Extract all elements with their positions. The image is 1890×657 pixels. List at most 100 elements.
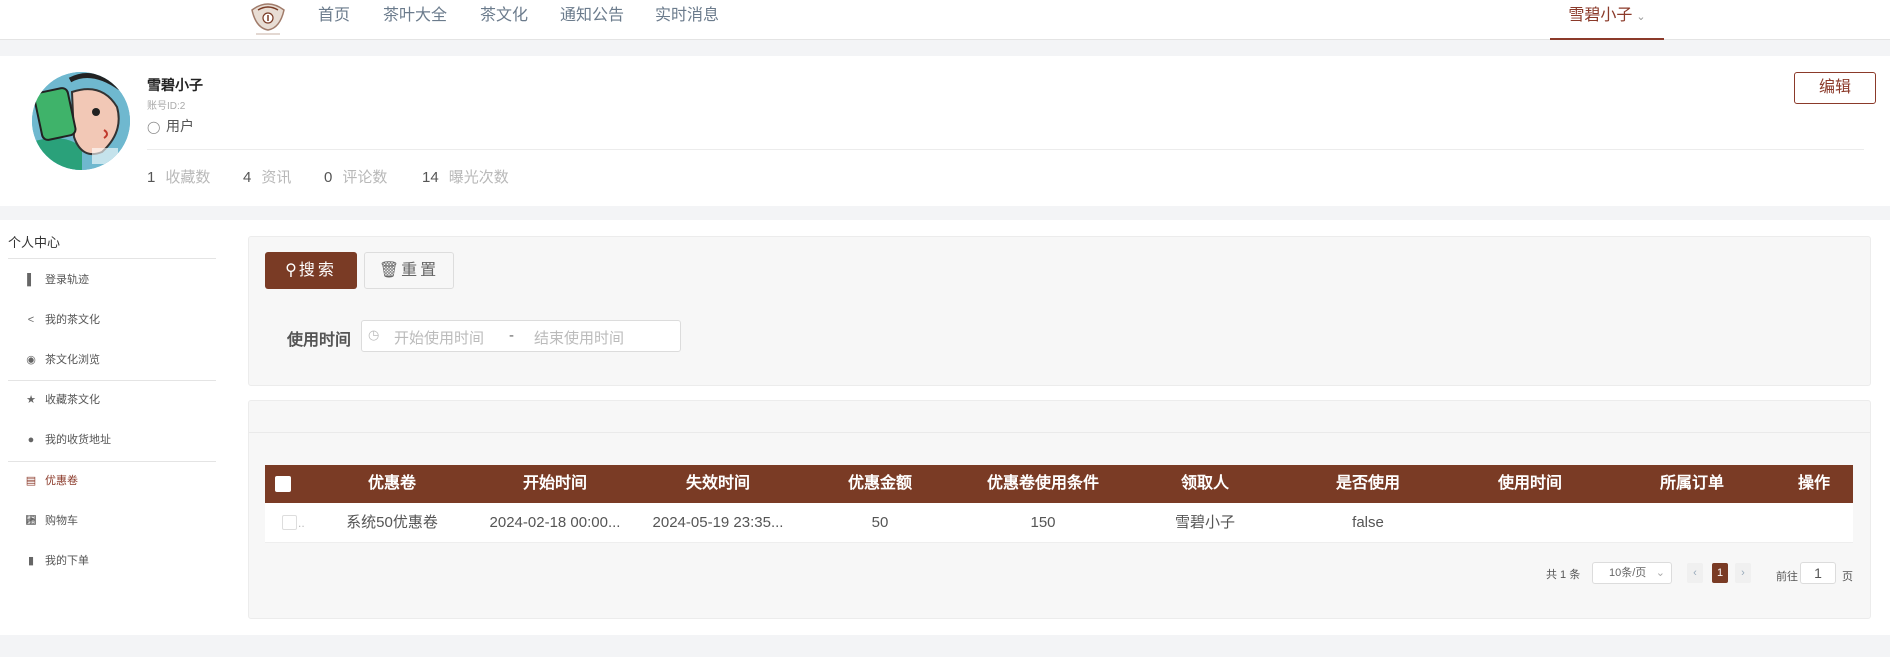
goto-label: 前往 bbox=[1776, 571, 1798, 583]
sidebar-item-my-orders[interactable]: ▮ 我的下单 bbox=[24, 551, 89, 571]
eye-icon: ◉ bbox=[26, 354, 36, 366]
share-icon: < bbox=[27, 314, 35, 326]
column-header-actions: 操作 bbox=[1797, 475, 1831, 492]
cell-usage-condition: 150 bbox=[1030, 514, 1056, 531]
sidebar-title: 个人中心 bbox=[8, 235, 61, 250]
sidebar-item-cart[interactable]: ␺ 购物车 bbox=[24, 511, 79, 531]
column-header-recipient: 领取人 bbox=[1180, 475, 1230, 492]
cart-icon: ␺ bbox=[25, 515, 37, 527]
column-header-expire-time: 失效时间 bbox=[685, 475, 751, 492]
page-number-current[interactable]: 1 bbox=[1712, 563, 1728, 583]
sidebar-item-favorite-tea-culture[interactable]: ★ 收藏茶文化 bbox=[24, 390, 100, 410]
stat-value: 0 bbox=[324, 169, 333, 186]
stat-value: 4 bbox=[243, 169, 252, 186]
clock-icon: ◷ bbox=[368, 327, 380, 342]
column-header-usage-condition: 优惠卷使用条件 bbox=[986, 475, 1100, 492]
search-icon: ⚲ bbox=[285, 262, 297, 279]
stat-label: 评论数 bbox=[342, 169, 388, 186]
nav-item-tea-catalog[interactable]: 茶叶大全 bbox=[383, 4, 447, 28]
user-menu-label: 雪碧小子 bbox=[1568, 7, 1633, 24]
sidebar-item-my-tea-culture[interactable]: < 我的茶文化 bbox=[24, 310, 100, 330]
profile-card: 雪碧小子 账号ID:2 ◯ 用户 1 收藏数 4 资讯 0 评论数 14 曝光次数 编辑 bbox=[0, 56, 1890, 206]
sidebar-item-label: 登录轨迹 bbox=[45, 274, 89, 286]
cell-is-used: false bbox=[1352, 514, 1384, 531]
column-header-order: 所属订单 bbox=[1659, 475, 1725, 492]
sidebar-divider bbox=[8, 380, 216, 381]
select-all-checkbox[interactable] bbox=[275, 476, 291, 492]
stat-label: 收藏数 bbox=[165, 169, 211, 186]
sidebar-item-tea-culture-browse[interactable]: ◉ 茶文化浏览 bbox=[24, 350, 100, 370]
clipboard-icon: ▮ bbox=[27, 555, 35, 567]
cell-coupon: 系统50优惠卷 bbox=[346, 514, 438, 531]
sidebar-item-login-history[interactable]: ▌ 登录轨迹 bbox=[24, 270, 89, 290]
stat-news: 4 资讯 bbox=[243, 166, 291, 187]
profile-role: ◯ 用户 bbox=[147, 116, 194, 136]
sidebar-item-label: 茶文化浏览 bbox=[45, 354, 100, 366]
column-header-is-used: 是否使用 bbox=[1335, 475, 1401, 492]
avatar bbox=[32, 72, 130, 170]
user-menu-dropdown[interactable]: 雪碧小子 ⌄ bbox=[1550, 0, 1664, 40]
prev-page-button[interactable]: ‹ bbox=[1687, 563, 1703, 583]
nav-item-messages[interactable]: 实时消息 bbox=[655, 4, 719, 28]
sidebar-item-label: 优惠卷 bbox=[45, 475, 78, 487]
nav-item-tea-culture[interactable]: 茶文化 bbox=[480, 4, 528, 28]
profile-role-label: 用户 bbox=[166, 118, 194, 134]
goto-page-input[interactable]: 1 bbox=[1800, 562, 1836, 584]
chevron-left-icon: ‹ bbox=[1693, 567, 1697, 579]
reset-button[interactable]: 🗑 重置 bbox=[364, 252, 454, 289]
profile-account-id: 账号ID:2 bbox=[147, 101, 186, 112]
cell-recipient: 雪碧小子 bbox=[1174, 514, 1236, 531]
column-header-use-time: 使用时间 bbox=[1497, 475, 1563, 492]
nav-item-notices[interactable]: 通知公告 bbox=[560, 4, 624, 28]
edit-profile-button[interactable]: 编辑 bbox=[1794, 72, 1876, 104]
stat-favorites: 1 收藏数 bbox=[147, 166, 210, 187]
stat-label: 曝光次数 bbox=[448, 169, 509, 186]
page-suffix-label: 页 bbox=[1842, 571, 1853, 583]
sidebar-item-address[interactable]: ● 我的收货地址 bbox=[24, 430, 111, 450]
cell-start-time: 2024-02-18 00:00... bbox=[489, 514, 621, 531]
row-checkbox[interactable] bbox=[282, 515, 297, 530]
column-header-start-time: 开始时间 bbox=[522, 475, 588, 492]
stat-value: 14 bbox=[422, 169, 439, 186]
sidebar-item-label: 购物车 bbox=[45, 515, 78, 527]
location-icon: ● bbox=[27, 434, 35, 446]
sidebar-item-coupons[interactable]: ▤ 优惠卷 bbox=[24, 471, 78, 491]
row-checkbox-overflow: .. bbox=[298, 516, 305, 530]
table-toolbar-divider bbox=[249, 432, 1870, 433]
search-button-label: 搜索 bbox=[298, 262, 337, 279]
page-size-select[interactable]: 10条/页 ⌄ bbox=[1592, 562, 1672, 584]
reset-button-label: 重置 bbox=[401, 262, 440, 279]
chevron-down-icon: ⌄ bbox=[1636, 11, 1646, 23]
search-button[interactable]: ⚲ 搜索 bbox=[265, 252, 357, 289]
sidebar: 个人中心 ▌ 登录轨迹 < 我的茶文化 ◉ 茶文化浏览 ★ 收藏茶文化 ● 我的收货地址 … bbox=[0, 220, 220, 635]
tea-logo-icon[interactable] bbox=[248, 0, 288, 38]
profile-username: 雪碧小子 bbox=[147, 77, 203, 93]
use-time-label: 使用时间 bbox=[287, 332, 352, 349]
sidebar-item-label: 收藏茶文化 bbox=[45, 394, 100, 406]
nav-item-home[interactable]: 首页 bbox=[318, 4, 350, 28]
use-time-date-range[interactable]: ◷ 开始使用时间 - 结束使用时间 bbox=[361, 320, 681, 352]
next-page-button[interactable]: › bbox=[1735, 563, 1751, 583]
column-header-discount-amount: 优惠金额 bbox=[847, 475, 913, 492]
start-time-input[interactable]: 开始使用时间 bbox=[394, 327, 484, 348]
sidebar-item-label: 我的茶文化 bbox=[45, 314, 100, 326]
stat-value: 1 bbox=[147, 169, 156, 186]
date-range-separator: - bbox=[509, 327, 514, 344]
search-panel bbox=[248, 236, 1871, 386]
trash-icon: 🗑 bbox=[378, 262, 400, 279]
sidebar-item-label: 我的收货地址 bbox=[45, 434, 111, 446]
end-time-input[interactable]: 结束使用时间 bbox=[534, 327, 624, 348]
cell-discount-amount: 50 bbox=[871, 514, 889, 531]
table-header: 优惠卷 开始时间 失效时间 优惠金额 优惠卷使用条件 领取人 是否使用 使用时间… bbox=[265, 465, 1853, 503]
column-header-coupon: 优惠卷 bbox=[367, 475, 417, 492]
chevron-down-icon: ⌄ bbox=[1655, 567, 1665, 579]
top-navigation-bar: 首页 茶叶大全 茶文化 通知公告 实时消息 雪碧小子 ⌄ bbox=[0, 0, 1890, 40]
table-row: .. 系统50优惠卷 2024-02-18 00:00... 2024-05-1… bbox=[265, 503, 1853, 543]
pagination-total: 共 1 条 bbox=[1546, 569, 1581, 581]
stat-comments: 0 评论数 bbox=[324, 166, 387, 187]
stat-label: 资讯 bbox=[261, 169, 292, 186]
coupon-icon: ▤ bbox=[25, 475, 37, 487]
sidebar-divider bbox=[8, 461, 216, 462]
bar-chart-icon: ▌ bbox=[27, 274, 35, 286]
cell-expire-time: 2024-05-19 23:35... bbox=[652, 514, 784, 531]
